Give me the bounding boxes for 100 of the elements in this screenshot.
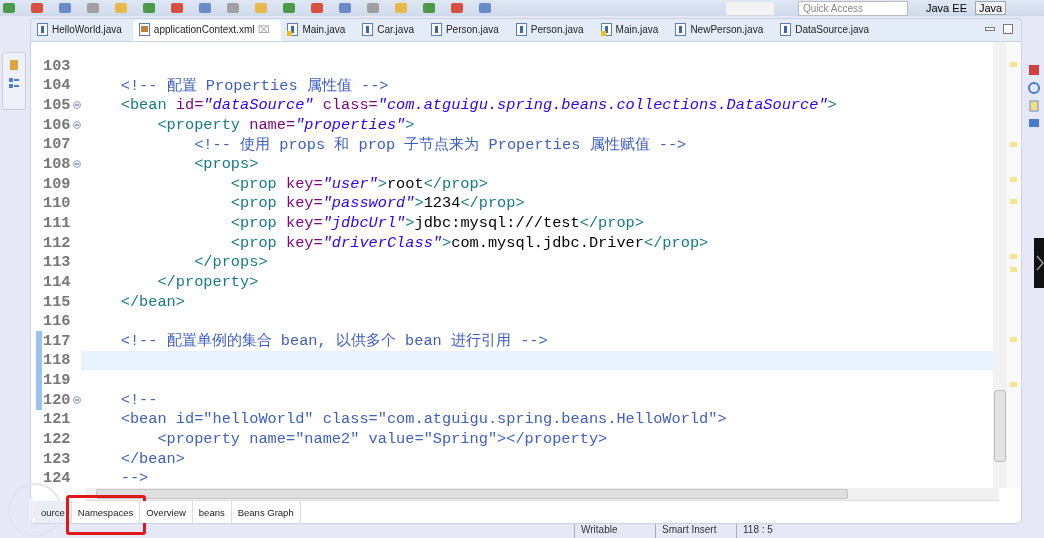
code-line: <!-- [119,390,158,409]
page-tab[interactable]: ource [35,501,72,523]
code-line: <bean id="dataSource" class="com.atguigu.spring.beans.collections.DataSource"> [119,96,837,115]
toolbar-icon[interactable] [282,2,296,14]
code-line: </property> [156,272,259,291]
code-line: --> [119,469,149,488]
line-number: 107 [43,135,72,154]
problems-icon[interactable] [1028,64,1040,76]
fold-icon[interactable] [73,395,81,404]
line-number: 117 [43,331,72,350]
toolbar-icon[interactable] [86,2,100,14]
document-icon[interactable] [1028,100,1040,112]
line-number: 120 [43,390,72,409]
status-text: Writable [574,524,655,538]
fold-icon[interactable] [73,101,81,110]
at-icon[interactable] [1028,82,1040,94]
java-file-icon [430,23,442,36]
fold-icon[interactable] [73,160,81,168]
code-line: </bean> [119,449,185,468]
code-line: <!-- 使用 props 和 prop 子节点来为 Properties 属性赋值 --> [193,134,687,155]
toolbar-icon[interactable] [114,2,128,14]
code-line: <property name="name2" value="Spring"></property> [156,430,608,448]
status-text: 118 : 5 [736,524,817,538]
next-arrow-icon[interactable] [1034,238,1044,288]
xml-file-icon [138,23,150,36]
line-number: 113 [43,253,72,272]
page-tab[interactable]: Overview [140,501,193,523]
editor-tab[interactable]: DataSource.java [774,20,881,41]
line-number: 116 [43,312,72,331]
toolbar-icon[interactable] [478,2,492,14]
line-number: 115 [43,292,72,311]
code-line: <prop key="password">1234</prop> [229,194,525,213]
java-file-icon [287,23,299,36]
toolbar-icon[interactable] [254,2,268,14]
line-number: 104 [43,76,72,95]
status-text: Smart Insert [655,524,736,538]
line-number: 111 [43,213,72,232]
code-line: <prop key="driverClass">com.mysql.jdbc.Driver</prop> [229,233,709,252]
java-file-icon [600,23,612,36]
line-number: 114 [43,272,72,291]
toolbar-icon[interactable] [450,2,464,14]
line-number: 124 [43,469,72,488]
line-number: 119 [43,371,72,390]
perspective-button[interactable]: Java [974,1,1007,15]
quick-access-field[interactable]: Quick Access [798,0,908,16]
line-number: 118 [43,351,72,370]
line-number: 123 [43,449,72,468]
toolbar-icon[interactable] [394,2,408,14]
monitor-icon[interactable] [1028,118,1040,130]
java-file-icon [37,23,48,36]
line-number: 105 [43,96,72,115]
editor-tab[interactable]: Main.java [594,20,670,41]
play-icon[interactable] [7,482,63,538]
toolbar-icon[interactable] [198,2,212,14]
toolbar-icon[interactable] [310,2,324,14]
package-icon[interactable] [8,59,20,71]
java-file-icon [515,23,527,36]
line-number: 122 [43,430,72,448]
editor-tab[interactable]: NewPerson.java [669,20,775,41]
line-number: 103 [43,56,72,75]
editor-tab[interactable]: Car.java [356,20,425,41]
toolbar-icon[interactable] [338,2,352,14]
maximize-icon[interactable] [1003,24,1013,34]
outline-icon[interactable] [8,77,20,89]
code-line: <prop key="jdbcUrl">jdbc:mysql:///test</prop> [229,213,644,232]
editor-tab[interactable]: Main.java [281,20,357,41]
line-number: 106 [43,115,72,134]
java-file-icon [675,23,687,36]
line-number: 109 [43,174,72,193]
line-number: 112 [43,233,72,252]
java-file-icon [362,23,374,36]
perspective-button[interactable]: Java EE [922,1,971,15]
toolbar-icon[interactable] [58,2,72,14]
editor-tab[interactable]: Person.java [509,20,595,41]
code-line: <prop key="user">root</prop> [229,174,488,193]
editor-tab[interactable]: Person.java [424,20,510,41]
java-file-icon [780,23,792,36]
toolbar-icon[interactable] [2,2,16,14]
code-line: <!-- 配置单例的集合 bean, 以供多个 bean 进行引用 --> [119,331,548,352]
minimize-icon[interactable] [985,26,995,32]
toolbar-icon[interactable] [142,2,156,14]
editor-tab[interactable]: applicationContext.xml ⌧ [132,20,282,41]
code-line: <!-- 配置 Properties 属性值 --> [119,75,389,96]
code-line: <bean id="helloWorld" class="com.atguigu.spring.beans.HelloWorld"> [119,410,727,429]
code-line: <property name="properties"> [156,115,415,134]
toolbar-icon[interactable] [422,2,436,14]
toolbar-icon[interactable] [366,2,380,14]
line-number: 121 [43,410,72,429]
vertical-scrollbar[interactable] [993,42,1007,488]
line-number: 110 [43,194,72,213]
fold-icon[interactable] [73,120,81,129]
horizontal-scrollbar[interactable] [86,488,999,501]
line-number: 108 [43,155,72,173]
code-line: </props> [193,253,268,272]
toolbar-icon[interactable] [226,2,240,14]
toolbar-icon[interactable] [170,2,184,14]
code-line: </bean> [119,292,185,311]
editor-tab[interactable]: HelloWorld.java [31,20,133,41]
code-line: <props> [193,155,259,173]
toolbar-icon[interactable] [30,2,44,14]
